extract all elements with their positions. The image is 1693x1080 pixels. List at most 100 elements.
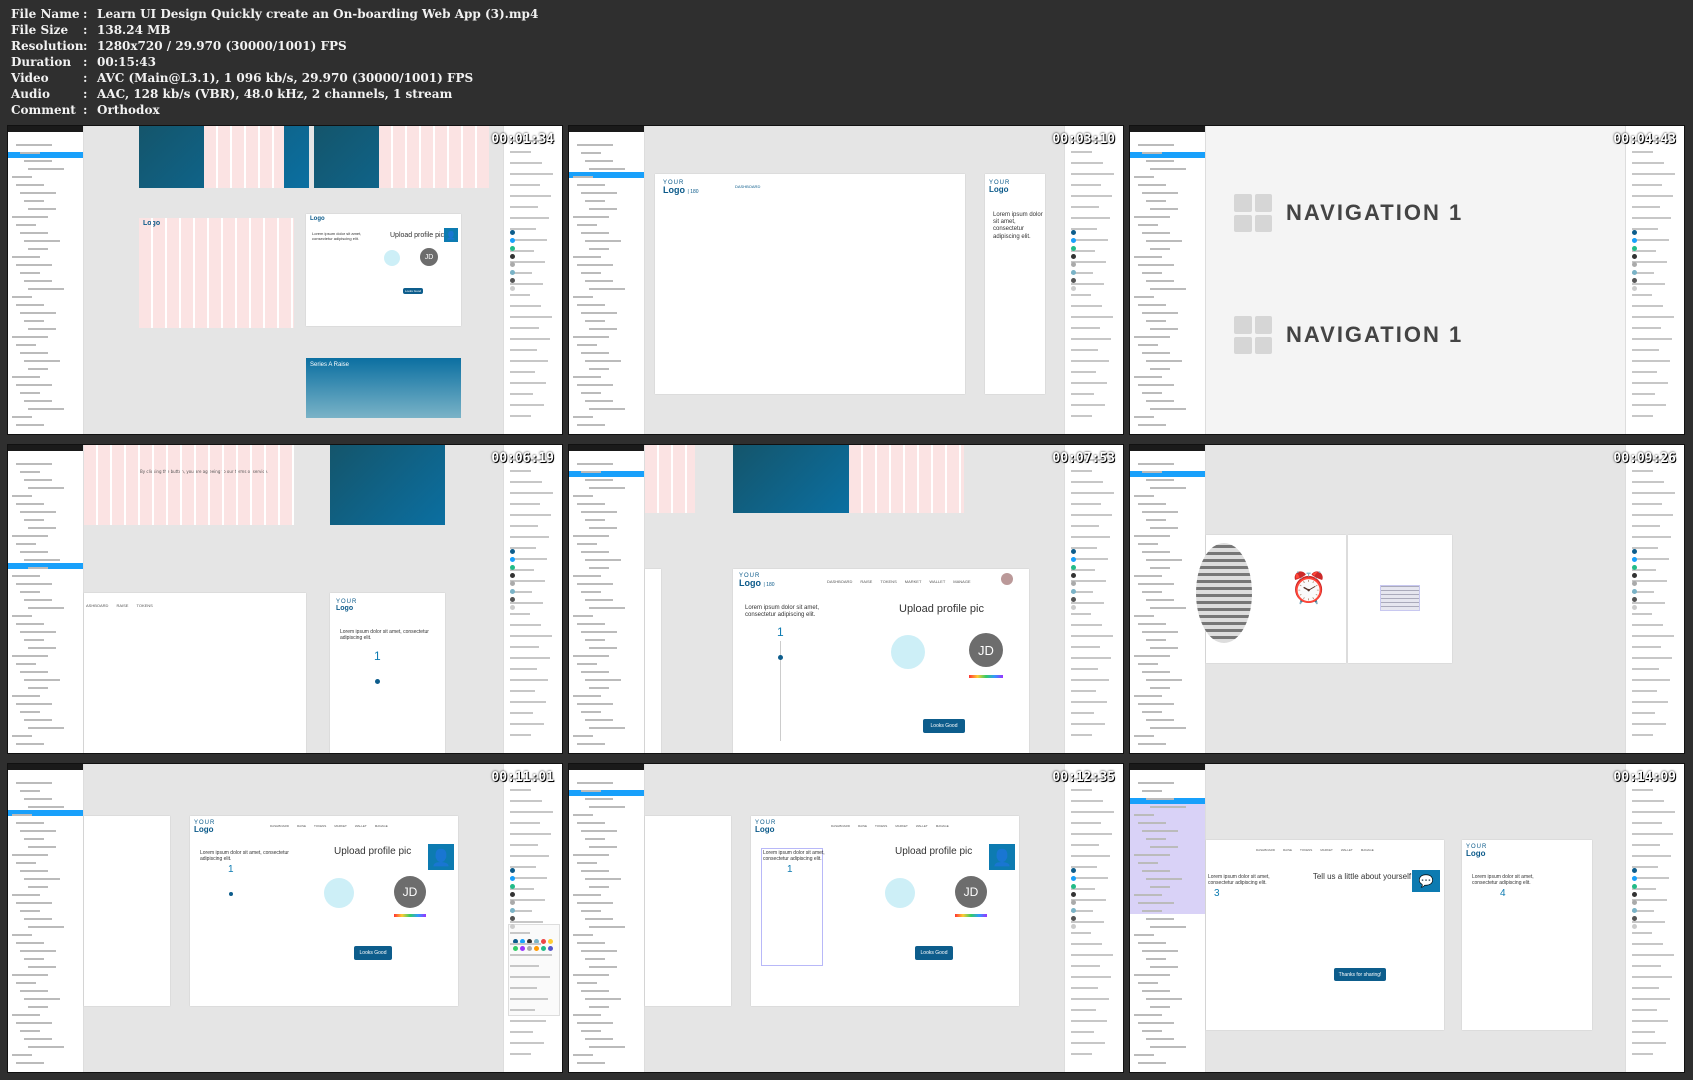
top-nav: DASHBOARD RAISE TOKENS MARKET WALLET MANAGE [827, 579, 971, 584]
pink-grid-frame-2 [849, 445, 964, 513]
step-number: 1 [374, 649, 381, 663]
chat-icon: 💬 [1412, 870, 1440, 892]
top-nav: DASHBOARD RAISE TOKENS MARKET WALLET MANAGE [270, 824, 388, 828]
design-canvas: NAVIGATION 1 NAVIGATION 1 [1206, 126, 1625, 434]
dashboard-tab: DASHBOARD [735, 184, 761, 189]
left-partial-frame [645, 569, 661, 753]
design-canvas: Logo Logo Upload profile pic Lorem ipsum… [84, 126, 503, 434]
properties-panel [1064, 764, 1123, 1072]
timestamp: 00:03:10 [1052, 132, 1115, 147]
about-frame: DASHBOARD RAISE TOKENS MARKET WALLET MANAGE L… [1206, 840, 1444, 1030]
upload-profile-frame: YOUR Logo DASHBOARD RAISE TOKENS MARKET WALLE… [190, 816, 458, 1006]
meta-label: Resolution [11, 39, 84, 53]
logo: Logo [310, 216, 325, 222]
thumbnail-8[interactable]: 00:12:35 YOUR Logo DASHBOARD RAISE TOKENS MA… [568, 763, 1124, 1073]
thumbnail-5[interactable]: 00:07:53 YOUR Logo | 180 DASHBOARD RAISE TO… [568, 444, 1124, 754]
timestamp: 00:12:35 [1052, 770, 1115, 785]
dashboard-frame: YOUR Logo | 180 DASHBOARD [655, 174, 965, 394]
color-picker [955, 914, 987, 917]
thumbnail-2[interactable]: 00:03:10 YOUR Logo | 180 DASHBOARD YOUR Lo… [568, 125, 1124, 435]
meta-row: Resolution:1280x720 / 29.970 (30000/1001… [11, 38, 538, 54]
thumbnail-3[interactable]: 00:04:43 NAVIGATION 1 NAVIGATION 1 [1129, 125, 1685, 435]
timestamp: 00:14:09 [1613, 770, 1676, 785]
profile-photo [1196, 543, 1252, 643]
upload-title: Upload profile pic [899, 603, 984, 615]
meta-value: 1280x720 / 29.970 (30000/1001) FPS [97, 39, 347, 53]
properties-panel [503, 126, 562, 434]
alarm-clock-icon: ⏰ [1290, 571, 1328, 606]
meta-label: File Name [11, 7, 80, 21]
top-nav: DASHBOARD RAISE TOKENS MARKET WALLET MANAGE [831, 824, 949, 828]
design-canvas: YOUR Logo | 180 DASHBOARD YOUR Logo Lorem … [645, 126, 1064, 434]
thumbnail-6[interactable]: 00:09:26 ⏰ [1129, 444, 1685, 754]
meta-row: Duration:00:15:43 [11, 54, 538, 70]
initials-avatar: JD [394, 876, 426, 908]
design-canvas: DASHBOARD RAISE TOKENS MARKET WALLET MANAGE L… [1206, 764, 1625, 1072]
user-icon: 👤 [444, 228, 458, 242]
layers-panel [8, 764, 84, 1072]
layers-panel [8, 126, 84, 434]
logo: YOUR Logo [194, 820, 216, 834]
properties-panel [1064, 445, 1123, 753]
thumbnail-4[interactable]: 00:06:19 By clicking the button, you are… [7, 444, 563, 754]
design-canvas: By clicking the button, you are agreeing… [84, 445, 503, 753]
top-nav: DASHBOARD RAISE TOKENS MARKET WALLET MANAGE [1256, 848, 1374, 852]
meta-separator: : [83, 23, 88, 37]
meta-value: 138.24 MB [97, 23, 171, 37]
meta-row: File Size:138.24 MB [11, 22, 538, 38]
color-swatches [513, 939, 553, 951]
tell-us-title: Tell us a little about yourself [1312, 872, 1412, 881]
progress-dot [229, 892, 233, 896]
layers-panel [569, 764, 645, 1072]
timestamp: 00:11:01 [491, 770, 554, 785]
looks-good-button: Looks Good [915, 946, 953, 960]
list-frame [1348, 535, 1452, 663]
thumbnail-9[interactable]: 00:14:09 DASHBOARD RAISE TOKENS MARKET WALLE… [1129, 763, 1685, 1073]
properties-panel [1625, 445, 1684, 753]
pink-grid-frame: By clicking the button, you are agreeing… [84, 445, 294, 525]
lorem-text: Lorem ipsum dolor sit amet, consectetur … [1472, 874, 1534, 886]
upload-cloud [891, 635, 925, 669]
grid-overlay [204, 126, 284, 188]
meta-separator: : [83, 39, 88, 53]
step-frame: YOUR Logo Lorem ipsum dolor sit amet, con… [330, 593, 445, 753]
logo: YOUR Logo [755, 820, 777, 834]
left-frame [84, 816, 170, 1006]
design-canvas: YOUR Logo DASHBOARD RAISE TOKENS MARKET WALLE… [645, 764, 1064, 1072]
layers-panel [1130, 764, 1206, 1072]
initials-avatar: JD [969, 633, 1003, 667]
layers-panel [569, 126, 645, 434]
pink-grid-frame [645, 445, 695, 513]
color-picker [394, 914, 426, 917]
thumbnail-7[interactable]: 00:11:01 YOUR Logo DASHBOARD RAISE TOKENS MA… [7, 763, 563, 1073]
layers-panel [569, 445, 645, 753]
properties-panel [503, 445, 562, 753]
upload-profile-frame: YOUR Logo DASHBOARD RAISE TOKENS MARKET WALLE… [751, 816, 1019, 1006]
progress-dot [375, 679, 380, 684]
step4-frame: YOUR Logo Lorem ipsum dolor sit amet, con… [1462, 840, 1592, 1030]
meta-separator: : [83, 55, 88, 69]
looks-good-button: Looks Good [354, 946, 392, 960]
grid-overlay-2 [379, 126, 489, 188]
meta-value: Learn UI Design Quickly create an On-boa… [97, 7, 539, 21]
thumbnail-1[interactable]: 00:01:34 Logo Logo Upload profile pic Lo… [7, 125, 563, 435]
user-icon: 👤 [989, 844, 1015, 870]
upload-profile-frame: Logo Upload profile pic Lorem ipsum dolo… [306, 214, 461, 326]
user-icon: 👤 [428, 844, 454, 870]
lorem-text: Lorem ipsum dolor sit amet, consectetur … [340, 629, 429, 641]
timestamp: 00:07:53 [1052, 451, 1115, 466]
upload-cloud [324, 878, 354, 908]
meta-row: Video: AVC (Main@L3.1), 1 096 kb/s, 29.97… [11, 70, 538, 86]
meta-label: File Size [11, 23, 69, 37]
meta-row: Audio: AAC, 128 kb/s (VBR), 48.0 kHz, 2 c… [11, 86, 538, 102]
left-frame [645, 816, 731, 1006]
step-number: 4 [1500, 888, 1506, 899]
teal-frame [330, 445, 445, 525]
thanks-button: Thanks for sharing! [1334, 968, 1386, 981]
meta-row: File Name: Learn UI Design Quickly create… [11, 6, 538, 22]
terms-text: By clicking the button, you are agreeing… [140, 469, 269, 474]
meta-separator: : [83, 7, 88, 21]
step-number: 3 [1214, 888, 1220, 899]
upload-title: Upload profile pic [390, 232, 445, 239]
color-styles-popup[interactable] [508, 924, 560, 1016]
